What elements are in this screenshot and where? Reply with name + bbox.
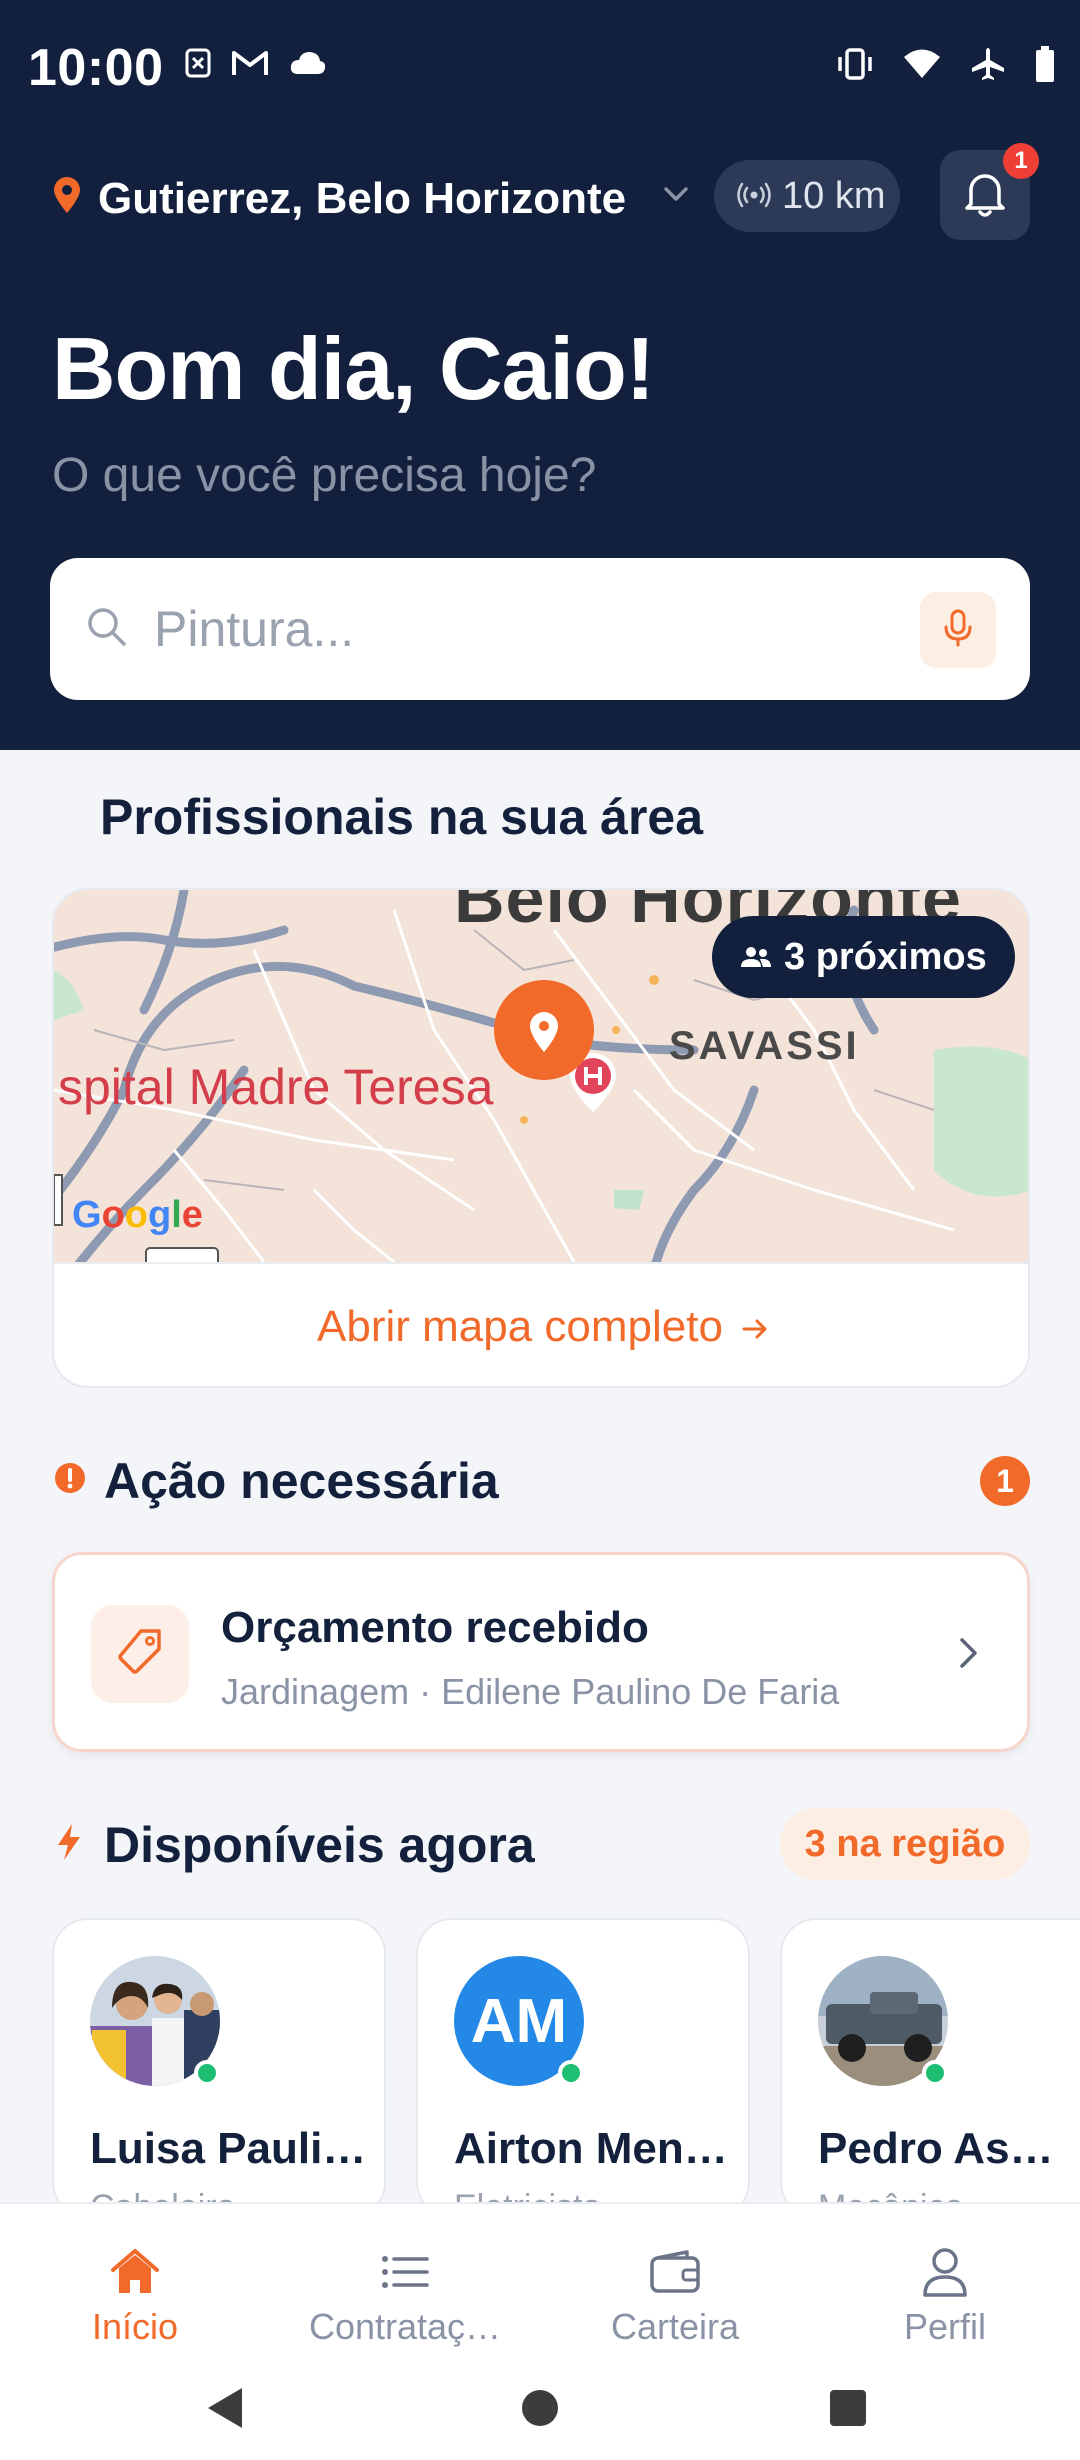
nav-label: Perfil [903,2306,987,2347]
nav-item-profile[interactable]: Perfil [810,2204,1080,2354]
google-logo-letter: l [171,1194,182,1236]
open-full-map-link[interactable]: Abrir mapa completo [54,1262,1028,1386]
chevron-down-icon[interactable] [662,184,690,209]
vibrate-icon [836,48,874,85]
broadcast-icon [736,175,772,218]
nav-label: Início [91,2306,179,2347]
nearby-count-label: 3 próximos [784,935,987,978]
online-status-dot [558,2060,584,2086]
home-circle-icon[interactable] [520,2388,560,2433]
region-count-chip: 3 na região [780,1808,1030,1880]
nav-item-hirings[interactable]: Contrataç… [270,2204,540,2354]
status-bar: 10:00 [0,0,1080,132]
search-icon [86,606,128,653]
location-pin-icon [52,176,82,219]
recents-icon[interactable] [828,2388,868,2433]
microphone-icon [943,609,973,652]
nav-label: Contrataç… [308,2306,502,2347]
notification-badge: 1 [1003,143,1039,179]
action-count-badge: 1 [980,1456,1030,1506]
available-section-title: Disponíveis agora [104,1817,535,1873]
tag-icon-box [91,1605,189,1703]
status-time: 10:00 [28,39,164,97]
professional-card[interactable]: Pedro Assi… Mecânico [780,1918,1080,2218]
airplane-icon [970,46,1006,87]
google-logo: Google [72,1194,203,1237]
person-icon [921,2244,969,2300]
list-icon [381,2244,429,2300]
online-status-dot [194,2060,220,2086]
lightning-icon [54,1822,84,1867]
wifi-icon [902,48,942,85]
header: 10:00 Gutierrez, Belo Horizonte 10 km 1 … [0,0,1080,750]
people-icon [740,936,772,979]
arrow-right-icon [741,1302,769,1352]
price-tag-icon [115,1627,165,1682]
professional-name: Pedro Assi… [818,2124,1068,2173]
online-status-dot [922,2060,948,2086]
greeting-subtitle: O que você precisa hoje? [52,449,597,502]
chevron-right-icon [957,1635,981,1676]
user-location-marker-icon[interactable] [492,978,596,1087]
home-icon [109,2244,161,2300]
system-navigation-bar [0,2352,1080,2460]
cloud-icon [289,50,327,81]
status-left-icons [185,48,327,83]
google-logo-letter: G [72,1194,102,1236]
alert-icon [54,1462,86,1499]
google-logo-letter: g [148,1194,172,1236]
radius-label: 10 km [782,174,886,217]
radius-chip[interactable]: 10 km [714,160,900,232]
quote-received-card[interactable]: Orçamento recebido Jardinagem · Edilene … [52,1552,1030,1752]
location-selector[interactable]: Gutierrez, Belo Horizonte [98,174,626,224]
professional-card[interactable]: Luisa Pauli… Cabeleira [52,1918,386,2218]
google-logo-letter: o [101,1194,125,1236]
battery-icon [1034,46,1056,87]
search-bar [50,558,1030,700]
map-card: Belo Horizonte spital Madre Teresa SAVAS… [52,888,1030,1388]
avatar-initials: AM [470,1986,568,2056]
quote-subtitle: Jardinagem · Edilene Paulino De Faria [221,1671,840,1712]
nav-item-home[interactable]: Início [0,2204,270,2354]
quote-title: Orçamento recebido [221,1603,649,1652]
professional-name: Airton Men… [454,2124,728,2173]
map-label-district: SAVASSI [669,1024,860,1068]
professional-name: Luisa Pauli… [90,2124,367,2173]
location-bar: Gutierrez, Belo Horizonte 10 km [0,150,1080,250]
google-logo-letter: e [181,1194,203,1236]
nav-item-wallet[interactable]: Carteira [540,2204,810,2354]
nearby-count-chip[interactable]: 3 próximos [712,916,1015,998]
map-label-hospital: spital Madre Teresa [58,1059,494,1115]
google-logo-letter: o [124,1194,148,1236]
map-view[interactable]: Belo Horizonte spital Madre Teresa SAVAS… [54,890,1028,1262]
bell-icon [961,168,1009,223]
greeting-title: Bom dia, Caio! [52,319,655,418]
wallet-icon [649,2244,701,2300]
status-right-icons [836,46,1056,87]
back-icon[interactable] [206,2386,246,2435]
gmail-icon [231,49,269,82]
nav-label: Carteira [610,2306,740,2347]
bottom-navigation: Início Contrataç… Carteira Perfil [0,2202,1080,2352]
professional-card[interactable]: AM Airton Men… Eletricista [416,1918,750,2218]
sim-icon [185,48,211,83]
search-input[interactable] [154,596,934,662]
map-section-title: Profissionais na sua área [100,789,704,845]
voice-search-button[interactable] [920,592,996,668]
action-section-title: Ação necessária [104,1453,499,1509]
open-full-map-label: Abrir mapa completo [317,1302,723,1351]
